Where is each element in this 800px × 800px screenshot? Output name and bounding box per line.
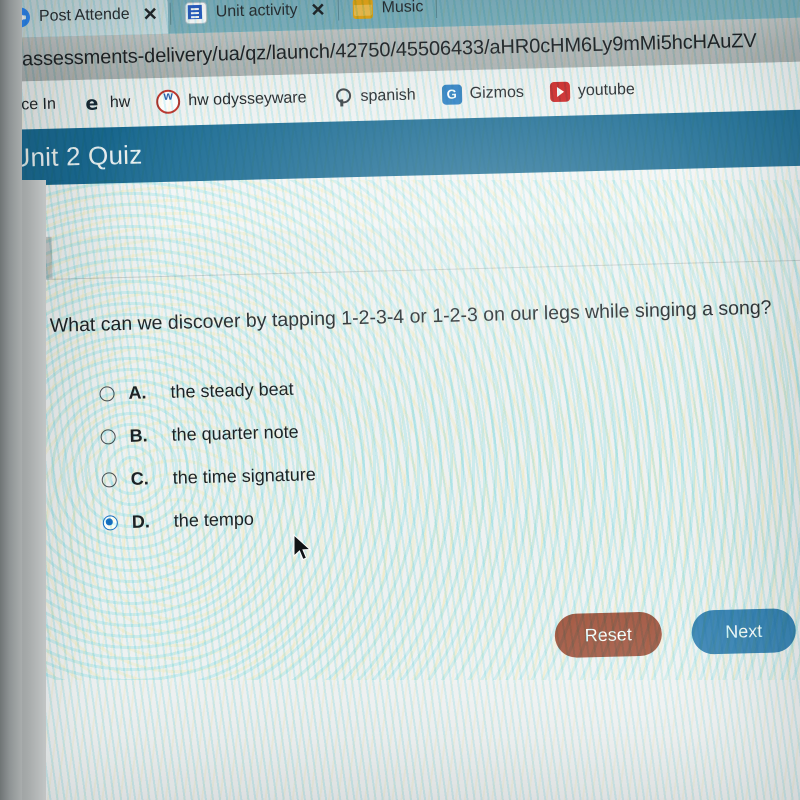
quiz-actions: Reset Next [554,608,797,659]
reset-button[interactable]: Reset [554,611,663,659]
divider [14,259,800,281]
browser-window: Post Attende ✕ Unit activity ✕ Music m.c… [0,0,800,800]
bookmark-label: hw [109,93,131,112]
office-icon [0,96,13,116]
tab-title: Post Attende [38,5,130,26]
odysseyware-icon [156,89,181,115]
gizmos-icon: G [441,84,462,105]
page-title: Unit 2 Quiz [11,138,143,173]
option-letter: C. [130,468,149,490]
browser-tab-unit-activity[interactable]: Unit activity ✕ [172,0,336,34]
bookmark-label: ce In [20,95,57,114]
bookmark-label: Gizmos [469,83,525,103]
zoom-icon [9,7,31,28]
question-number: 8 [13,236,53,280]
question-number-row: 8 [13,217,800,292]
bookmark-label: spanish [360,86,416,105]
option-text: the steady beat [170,379,294,403]
bookmark-hw-odysseyware[interactable]: hw odysseyware [143,82,320,118]
next-button[interactable]: Next [691,608,797,655]
google-docs-icon [184,1,208,25]
quiz-content: 8 What can we discover by tapping 1-2-3-… [0,216,800,800]
close-icon[interactable]: ✕ [310,0,326,20]
bookmark-label: hw odysseyware [188,89,307,110]
bookmark-office-in[interactable]: ce In [0,90,69,120]
radio-button-c[interactable] [101,472,117,488]
option-text: the time signature [172,464,316,489]
tab-separator [337,0,339,21]
close-icon[interactable]: ✕ [142,4,158,24]
answer-options: A. the steady beat B. the quarter note C… [99,354,800,545]
radio-button-d[interactable] [102,515,119,531]
browser-tab-music[interactable]: Music [340,0,434,29]
photographed-screen: Post Attende ✕ Unit activity ✕ Music m.c… [0,0,800,800]
option-letter: A. [128,382,147,404]
browser-tab-post-attendance[interactable]: Post Attende ✕ [0,0,169,39]
radio-button-b[interactable] [100,429,116,445]
tab-separator [435,0,437,18]
tab-title: Unit activity [215,1,298,21]
folder-icon [352,0,373,20]
tab-title: Music [381,0,424,17]
question-text: What can we discover by tapping 1-2-3-4 … [49,296,772,337]
option-letter: B. [129,425,148,447]
edge-icon: e [85,92,99,115]
youtube-icon [549,81,571,103]
bookmark-label: youtube [577,80,635,100]
bookmark-youtube[interactable]: youtube [537,76,649,107]
option-text: the quarter note [171,421,299,446]
option-text: the tempo [173,509,255,532]
bookmark-spanish[interactable]: spanish [319,81,429,112]
bookmark-hw[interactable]: e hw [69,88,144,118]
lightbulb-icon [332,87,352,107]
tab-separator [169,2,172,25]
radio-button-a[interactable] [99,386,115,402]
option-letter: D. [131,511,151,533]
bookmark-gizmos[interactable]: G Gizmos [428,78,537,109]
